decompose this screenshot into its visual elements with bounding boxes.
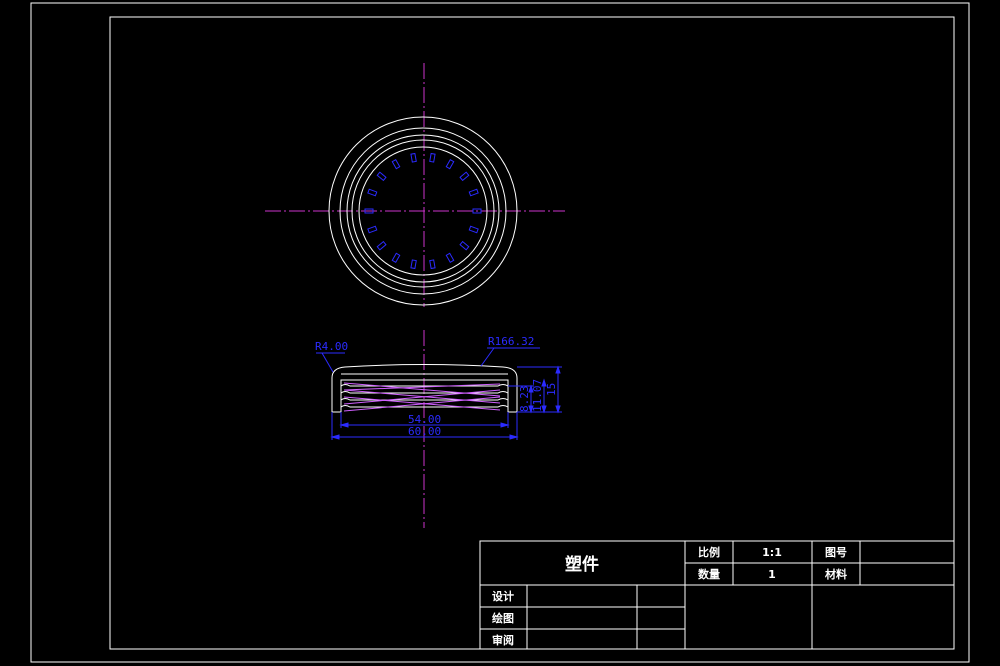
scale-value: 1:1 xyxy=(762,546,782,559)
rib-mark xyxy=(367,225,378,234)
rib-mark xyxy=(367,188,378,197)
review-label: 审阅 xyxy=(492,633,514,647)
rib-mark xyxy=(391,252,401,263)
rib-mark xyxy=(410,152,417,163)
rib-mark xyxy=(459,171,470,182)
design-label: 设计 xyxy=(492,589,514,603)
draw-label: 绘图 xyxy=(492,611,514,625)
rib-mark xyxy=(468,225,479,234)
rib-mark xyxy=(376,171,387,182)
top-radius-label: R166.32 xyxy=(488,335,534,348)
cad-drawing-canvas: R4.00 R166.32 54.00 60.00 8.23 11.07 15 … xyxy=(30,2,970,663)
material-label: 材料 xyxy=(825,567,847,581)
drawing-no-label: 图号 xyxy=(825,546,847,559)
scale-label: 比例 xyxy=(698,545,720,559)
part-name: 塑件 xyxy=(565,554,599,575)
outer-width-label: 60.00 xyxy=(408,425,441,438)
fillet-radius-label: R4.00 xyxy=(315,340,348,353)
rib-mark xyxy=(445,159,455,170)
rib-mark xyxy=(468,188,479,197)
rib-mark xyxy=(410,259,417,270)
dim-top-radius: R166.32 xyxy=(480,335,540,367)
rib-mark xyxy=(391,159,401,170)
rib-mark xyxy=(445,252,455,263)
rib-mark xyxy=(376,240,387,251)
rib-mark xyxy=(429,259,436,270)
dim-height-label: 15 xyxy=(545,383,558,396)
rib-mark xyxy=(429,152,436,163)
quantity-label: 数量 xyxy=(698,567,720,581)
top-view xyxy=(265,63,565,307)
section-view: R4.00 R166.32 54.00 60.00 8.23 11.07 15 xyxy=(315,330,562,528)
dim-mid-label: 11.07 xyxy=(531,379,544,412)
rib-mark xyxy=(459,240,470,251)
dim-small-label: 8.23 xyxy=(518,386,531,413)
quantity-value: 1 xyxy=(768,568,776,581)
